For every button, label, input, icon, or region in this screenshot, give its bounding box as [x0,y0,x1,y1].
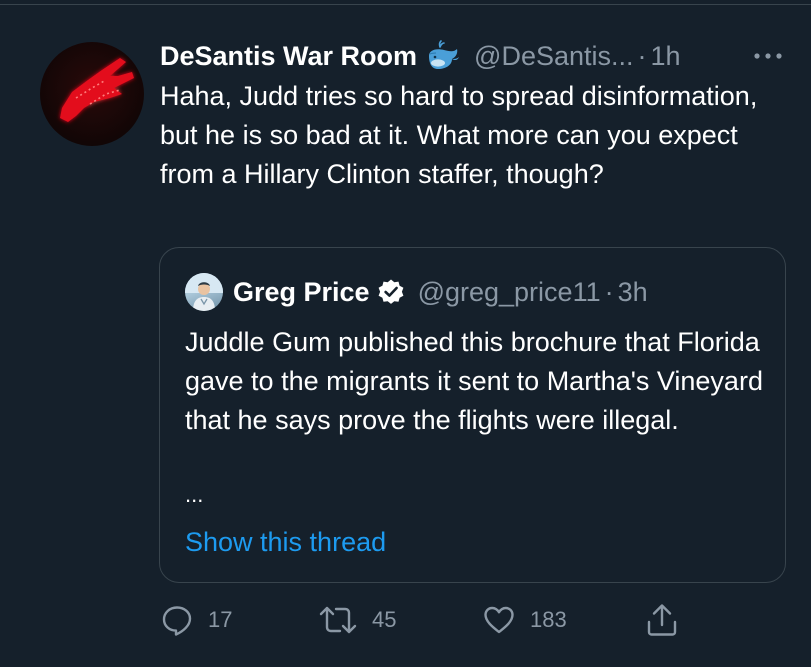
author-handle[interactable]: @DeSantis... [474,36,633,76]
quoted-tweet[interactable]: Greg Price @greg_price11 · 3h Juddle Gum… [159,247,786,583]
show-thread-link[interactable]: Show this thread [185,524,386,560]
reply-icon [162,606,192,636]
tweet[interactable]: DeSantis War Room @DeSantis... · 1h Haha… [0,0,811,667]
whale-icon [426,40,462,72]
author-name[interactable]: DeSantis War Room [160,36,417,76]
timestamp[interactable]: 1h [651,36,681,76]
verified-icon [377,278,405,306]
quote-header: Greg Price @greg_price11 · 3h [185,272,648,312]
like-icon [484,606,514,634]
share-icon [647,604,677,636]
tweet-text: Haha, Judd tries so hard to spread disin… [160,81,758,189]
reply-count: 17 [208,607,233,632]
alligator-logo-icon [60,58,134,122]
author-avatar[interactable] [40,42,144,146]
separator-dot: · [637,41,647,71]
quote-timestamp[interactable]: 3h [618,277,648,308]
quote-text: Juddle Gum published this brochure that … [185,327,763,435]
retweet-icon [319,606,357,634]
truncation-ellipsis: ... [185,482,204,507]
more-options-icon[interactable] [748,46,788,66]
quote-author-name[interactable]: Greg Price [233,277,370,308]
like-count: 183 [530,607,567,632]
tweet-header: DeSantis War Room @DeSantis... · 1h [160,36,681,76]
retweet-button[interactable]: 45 [318,598,396,642]
reply-button[interactable]: 17 [160,598,232,642]
quote-separator-dot: · [604,276,614,307]
retweet-count: 45 [372,607,397,632]
like-button[interactable]: 183 [482,598,567,642]
divider [0,4,811,5]
action-bar: 17 45 183 [0,598,811,642]
quote-author-avatar [185,273,223,311]
share-button[interactable] [645,598,679,642]
quote-author-handle[interactable]: @greg_price11 [418,277,601,308]
